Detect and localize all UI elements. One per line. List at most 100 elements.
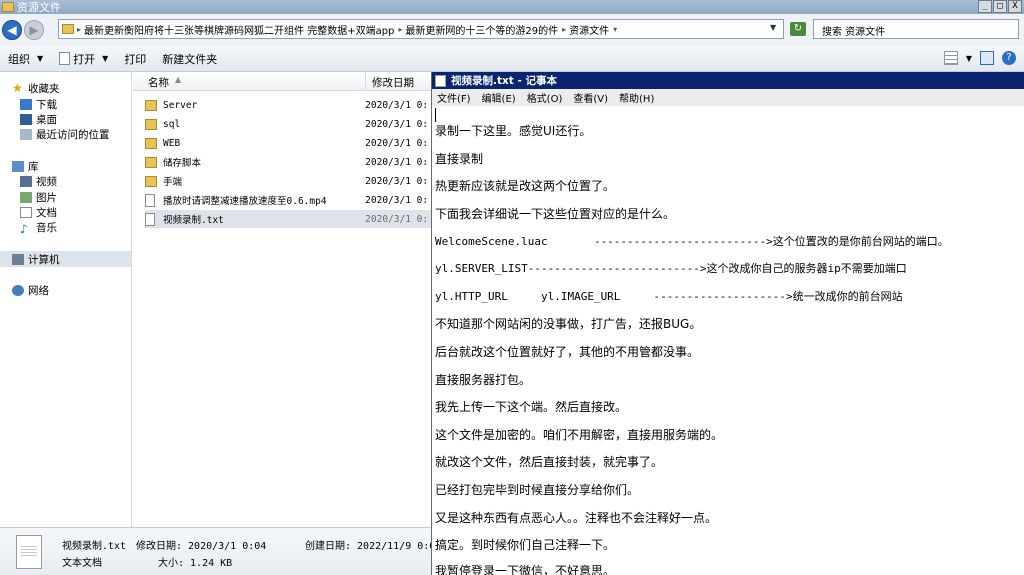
details-type: 文本文档 [62,558,102,569]
nav-documents[interactable]: 文档 [20,204,57,220]
address-row: ◀ ▶ ▸ 最新更新衡阳府将十三张等棋牌源码网狐二开组件 完整数据+双端app … [0,14,1024,46]
breadcrumb-segment[interactable]: 最新更新衡阳府将十三张等棋牌源码网狐二开组件 完整数据+双端app [84,22,394,37]
menu-help[interactable]: 帮助(H) [619,90,654,105]
nav-label: 音乐 [36,221,57,234]
nav-label: 文档 [36,206,57,219]
nav-pictures[interactable]: 图片 [20,189,57,205]
nav-label: 库 [28,160,39,173]
text-line: 已经打包完毕到时候直接分享给你们。 [435,483,640,497]
preview-pane-icon[interactable] [980,51,994,65]
text-line: 热更新应该就是改这两个位置了。 [435,179,616,193]
change-view-icon[interactable] [943,51,958,65]
refresh-button[interactable]: ↻ [790,22,806,36]
nav-label: 最近访问的位置 [36,128,110,141]
back-button[interactable]: ◀ [2,20,22,40]
text-file-icon [16,535,42,569]
text-line: 我暂停登录一下微信，不好意思。 [435,564,616,575]
print-button[interactable]: 打印 [116,51,154,67]
forward-button[interactable]: ▶ [24,20,44,40]
menu-edit[interactable]: 编辑(E) [482,90,516,105]
breadcrumb-arrow-icon[interactable]: ▸ [562,25,566,34]
list-item[interactable]: 播放时请调整减速播放速度至0.6.mp4 2020/3/1 0: [145,191,431,209]
breadcrumb-arrow-icon[interactable]: ▾ [613,25,617,34]
item-name: Server [163,99,198,111]
nav-network[interactable]: 网络 [12,282,49,298]
open-button[interactable]: 打开 ▼ [51,51,116,67]
notepad-text-area[interactable]: 录制一下这里。感觉UI还行。 直接录制 热更新应该就是改这两个位置了。 下面我会… [432,106,1024,575]
text-line: 又是这种东西有点恶心人。。注释也不会注释好一点。 [435,511,718,525]
nav-desktop[interactable]: 桌面 [20,111,57,127]
nav-label: 视频 [36,175,57,188]
help-icon[interactable]: ? [1002,51,1016,65]
details-modified: 修改日期: 2020/3/1 0:04 [136,541,267,552]
item-name: 储存脚本 [163,158,202,169]
new-folder-button[interactable]: 新建文件夹 [154,51,225,67]
breadcrumb-segment[interactable]: 资源文件 [569,22,609,37]
menu-format[interactable]: 格式(O) [527,90,563,105]
command-bar: 组织 ▼ 打开 ▼ 打印 新建文件夹 ▼ ? [0,46,1024,72]
window-title: 资源文件 [17,1,61,14]
network-icon [12,284,24,296]
item-name: WEB [163,137,181,149]
text-line: 这个文件是加密的。咱们不用解密，直接用服务端的。 [435,428,724,442]
nav-label: 收藏夹 [28,82,60,95]
file-list: 名称 ▲ 修改日期 Server 2020/3/1 0: sql 2020/3/1 … [133,72,431,527]
item-name: 播放时请调整减速播放速度至0.6.mp4 [163,196,327,207]
details-size: 大小: 1.24 KB [158,558,233,569]
list-item[interactable]: Server 2020/3/1 0: [145,96,431,114]
nav-label: 网络 [28,284,49,297]
video-icon [20,175,32,187]
organize-label: 组织 [8,52,30,66]
nav-recent[interactable]: 最近访问的位置 [20,126,110,142]
nav-downloads[interactable]: 下载 [20,96,57,112]
text-file-icon [145,212,155,226]
list-item[interactable]: 手端 2020/3/1 0: [145,172,431,190]
chevron-down-icon[interactable]: ▼ [966,54,972,63]
text-line: 直接服务器打包。 [435,373,532,387]
folder-icon [145,175,157,187]
nav-label: 桌面 [36,113,57,126]
breadcrumb-arrow-icon[interactable]: ▸ [77,25,81,34]
text-line: 下面我会详细说一下这些位置对应的是什么。 [435,207,676,221]
nav-favorites[interactable]: ★ 收藏夹 [12,80,60,96]
menu-file[interactable]: 文件(F) [437,90,471,105]
notepad-icon [435,74,446,87]
column-separator[interactable] [365,72,366,91]
window-controls: _ □ X [978,0,1022,13]
column-date-modified[interactable]: 修改日期 [372,75,414,90]
menu-view[interactable]: 查看(V) [573,90,608,105]
list-item[interactable]: 储存脚本 2020/3/1 0: [145,153,431,171]
computer-icon [12,253,24,265]
item-name: 手端 [163,177,183,188]
address-bar[interactable]: ▸ 最新更新衡阳府将十三张等棋牌源码网狐二开组件 完整数据+双端app ▸ 最新… [58,19,784,39]
folder-icon [145,137,157,149]
search-input[interactable]: 搜索 资源文件 [813,19,1019,39]
close-button[interactable]: X [1008,0,1022,13]
nav-computer[interactable]: 计算机 [12,251,60,267]
open-label: 打开 [73,52,96,66]
chevron-down-icon: ▼ [102,54,109,63]
folder-icon [62,24,74,34]
text-line: 直接录制 [435,152,484,166]
breadcrumb-segment[interactable]: 最新更新网的十三个等的游29的件 [405,22,558,37]
item-name: sql [163,118,181,130]
text-line: 就改这个文件，然后直接封装，就完事了。 [435,455,664,469]
organize-button[interactable]: 组织 ▼ [0,51,51,67]
text-line: yl.SERVER_LIST--------------------------… [435,262,907,275]
folder-icon [145,156,157,168]
address-dropdown-icon[interactable]: ▼ [770,23,776,32]
desktop-icon [20,113,32,125]
maximize-button[interactable]: □ [993,0,1007,13]
column-name[interactable]: 名称 [148,75,169,90]
nav-music[interactable]: ♪ 音乐 [20,219,57,236]
nav-videos[interactable]: 视频 [20,173,57,189]
list-item-selected[interactable]: 视频录制.txt 2020/3/1 0: [145,210,431,228]
nav-libraries[interactable]: 库 [12,158,39,174]
list-item[interactable]: WEB 2020/3/1 0: [145,134,431,152]
item-date: 2020/3/1 0: [365,175,429,187]
details-filename: 视频录制.txt [62,541,127,552]
minimize-button[interactable]: _ [978,0,992,13]
breadcrumb-arrow-icon[interactable]: ▸ [398,25,402,34]
list-item[interactable]: sql 2020/3/1 0: [145,115,431,133]
star-icon: ★ [12,81,23,95]
